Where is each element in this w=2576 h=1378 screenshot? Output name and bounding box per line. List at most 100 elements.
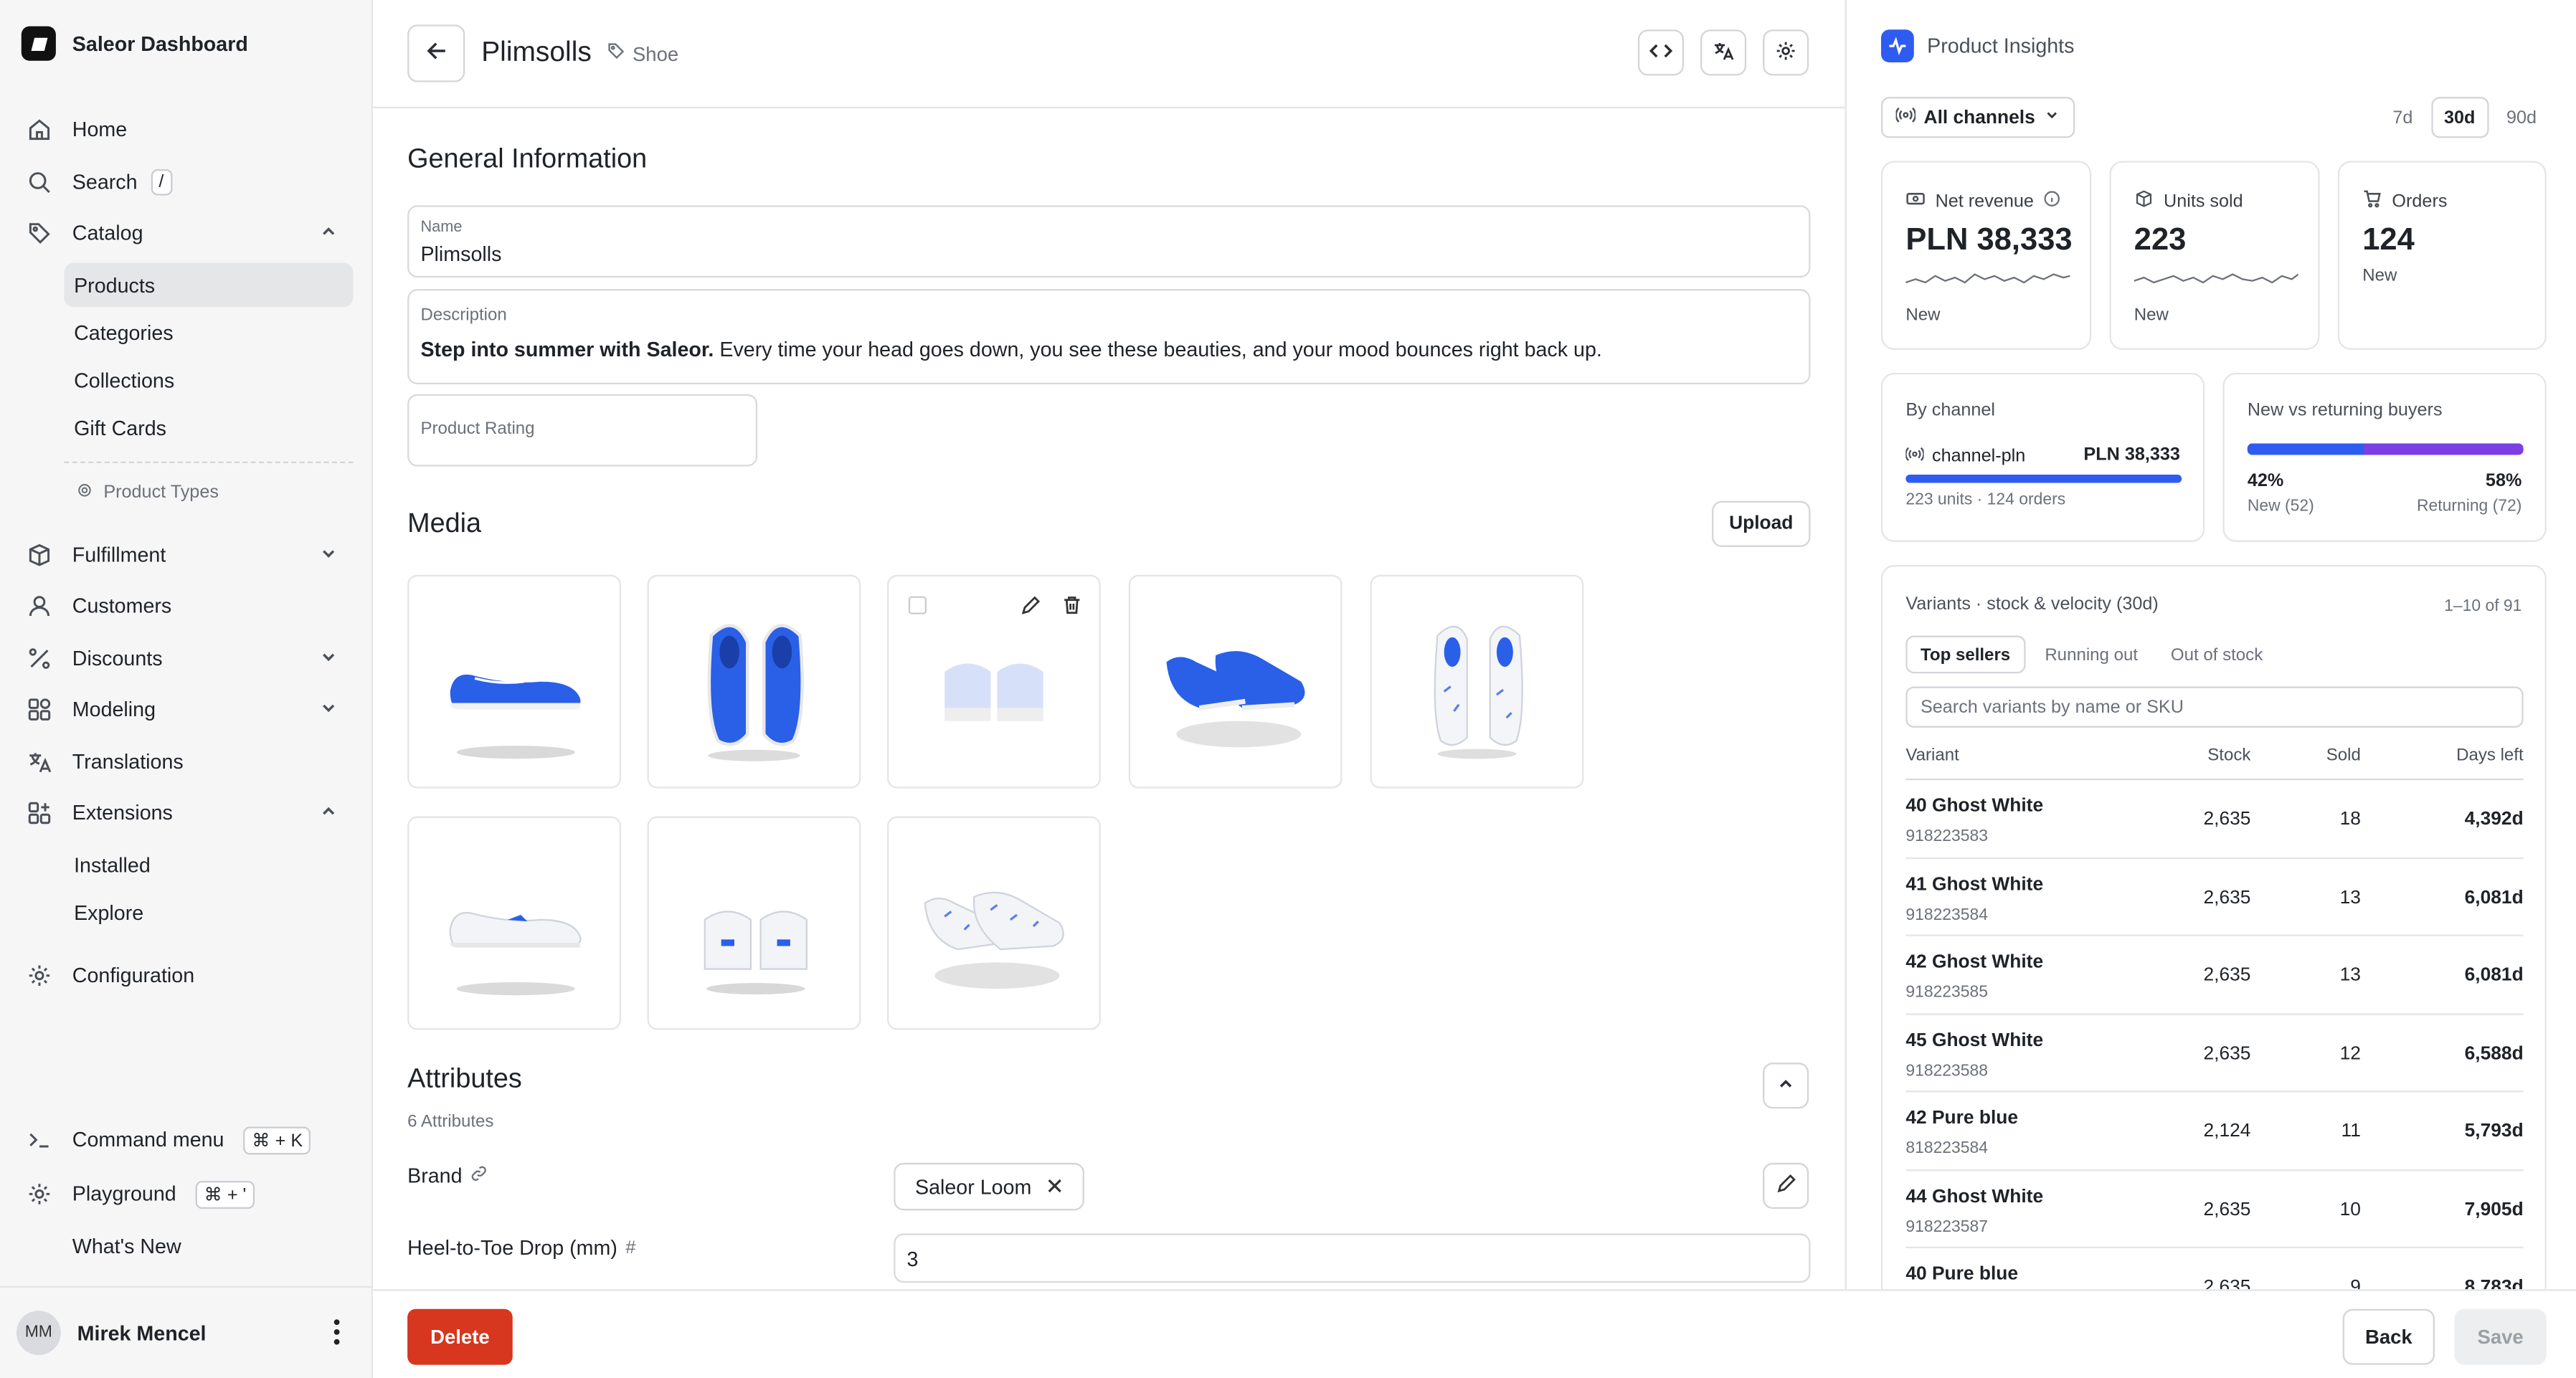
product-rating-field[interactable]: Product Rating xyxy=(407,394,758,467)
sidebar-sub-gift-cards[interactable]: Gift Cards xyxy=(64,406,353,450)
back-footer-button[interactable]: Back xyxy=(2342,1308,2435,1365)
settings-button[interactable] xyxy=(1763,29,1809,76)
media-image-shoe-angled[interactable] xyxy=(1128,574,1343,789)
variant-days-left: 6,081d xyxy=(2464,888,2524,908)
kpi-value: 124 xyxy=(2362,223,2415,258)
chevron-down-icon xyxy=(318,646,338,670)
more-vertical-icon[interactable] xyxy=(333,1319,340,1351)
units-sparkline xyxy=(2134,273,2298,284)
tab-out-of-stock[interactable]: Out of stock xyxy=(2158,636,2276,674)
sidebar-item-label: Discounts xyxy=(72,647,163,670)
user-menu[interactable]: MM Mirek Mencel xyxy=(0,1286,371,1378)
range-30d[interactable]: 30d xyxy=(2430,97,2489,138)
media-image-shoe-side[interactable] xyxy=(407,574,621,789)
media-image-shoe-white-back[interactable] xyxy=(647,816,861,1030)
variant-sold: 10 xyxy=(2339,1199,2361,1220)
sidebar-command-menu[interactable]: Command menu ⌘ + K xyxy=(27,1117,352,1163)
drop-input[interactable]: 3 xyxy=(894,1233,1811,1283)
edit-brand-button[interactable] xyxy=(1763,1162,1809,1210)
percent-icon xyxy=(27,645,53,672)
sidebar-item-label: Playground xyxy=(72,1182,176,1206)
sidebar-sub-explore[interactable]: Explore xyxy=(64,890,353,935)
sidebar-item-modeling[interactable]: Modeling xyxy=(27,687,352,733)
delete-button[interactable]: Delete xyxy=(407,1308,513,1365)
channel-bar-track xyxy=(1905,475,2182,483)
gear-icon xyxy=(77,483,93,502)
kpi-note: New xyxy=(2134,305,2169,326)
sidebar-item-search[interactable]: Search / xyxy=(27,159,352,205)
channel-detail: 223 units · 124 orders xyxy=(1905,490,2066,510)
sidebar-item-catalog[interactable]: Catalog xyxy=(27,210,352,256)
buyers-card: New vs returning buyers 42% 58% New (52)… xyxy=(2222,373,2547,542)
product-type-tag[interactable]: Shoe xyxy=(606,41,678,65)
media-image-shoe-white-top[interactable] xyxy=(1370,574,1584,789)
insights-title: Product Insights xyxy=(1927,34,2075,58)
channel-select[interactable]: All channels xyxy=(1880,97,2075,138)
media-image-shoe-white-angled[interactable] xyxy=(887,816,1101,1030)
saleor-logo-icon xyxy=(21,26,56,61)
table-row[interactable]: 42 Ghost White 918223585 2,635 13 6,081d xyxy=(1905,936,2524,1015)
range-90d[interactable]: 90d xyxy=(2495,97,2548,138)
sidebar-item-discounts[interactable]: Discounts xyxy=(27,636,352,682)
user-name: Mirek Mencel xyxy=(77,1321,207,1345)
drop-attribute-label: Heel-to-Toe Drop (mm) # xyxy=(407,1237,635,1260)
variant-stock: 2,635 xyxy=(2203,965,2251,986)
media-image-shoe-white-side[interactable] xyxy=(407,816,621,1030)
search-icon xyxy=(27,169,53,196)
variant-search-input[interactable]: Search variants by name or SKU xyxy=(1905,686,2524,728)
brand[interactable]: Saleor Dashboard xyxy=(21,26,248,61)
brand-value-chip[interactable]: Saleor Loom xyxy=(894,1162,1084,1211)
sidebar-item-translations[interactable]: Translations xyxy=(27,739,352,785)
media-image-shoe-top[interactable] xyxy=(647,574,861,789)
playground-shortcut: ⌘ + ' xyxy=(196,1179,255,1208)
chevron-up-icon xyxy=(1776,1073,1795,1098)
variant-days-left: 6,081d xyxy=(2464,965,2524,986)
variant-stock: 2,124 xyxy=(2203,1121,2251,1142)
sidebar-item-extensions[interactable]: Extensions xyxy=(27,790,352,836)
variant-stock: 2,635 xyxy=(2203,809,2251,830)
tab-top-sellers[interactable]: Top sellers xyxy=(1905,635,2025,674)
product-insights-panel: Product Insights All channels 7d 30d 90d… xyxy=(1845,0,2576,1290)
select-checkbox[interactable] xyxy=(908,596,927,614)
code-button[interactable] xyxy=(1637,29,1685,76)
brand-value: Saleor Loom xyxy=(914,1175,1032,1199)
save-button[interactable]: Save xyxy=(2454,1308,2547,1365)
table-row[interactable]: 44 Ghost White 918223587 2,635 10 7,905d xyxy=(1905,1170,2524,1249)
brand-label: Brand xyxy=(407,1164,463,1188)
sidebar-item-label: Catalog xyxy=(72,222,143,245)
translate-button[interactable] xyxy=(1700,29,1747,76)
sidebar-whats-new[interactable]: What's New xyxy=(27,1224,352,1270)
grid-plus-icon xyxy=(27,800,53,827)
sidebar-item-fulfillment[interactable]: Fulfillment xyxy=(27,532,352,578)
sidebar-playground[interactable]: Playground ⌘ + ' xyxy=(27,1171,352,1217)
sidebar-sub-categories[interactable]: Categories xyxy=(64,310,353,355)
back-button[interactable] xyxy=(407,24,465,82)
sidebar-sub-product-types[interactable]: Product Types xyxy=(77,483,219,503)
table-row[interactable]: 42 Pure blue 818223584 2,124 11 5,793d xyxy=(1905,1092,2524,1171)
sidebar-sub-installed[interactable]: Installed xyxy=(64,842,353,887)
description-field[interactable]: Description Step into summer with Saleor… xyxy=(407,289,1811,385)
table-row[interactable]: 41 Ghost White 918223584 2,635 13 6,081d xyxy=(1905,858,2524,936)
tag-icon xyxy=(27,220,53,247)
tab-running-out[interactable]: Running out xyxy=(2032,636,2151,674)
variant-name: 41 Ghost White xyxy=(1905,874,2044,895)
table-row[interactable]: 40 Pure blue 2,635 9 8,783d xyxy=(1905,1248,2523,1289)
table-row[interactable]: 40 Ghost White 918223583 2,635 18 4,392d xyxy=(1905,780,2524,858)
sidebar-sub-collections[interactable]: Collections xyxy=(64,358,353,402)
name-field[interactable]: Name Plimsolls xyxy=(407,205,1811,278)
info-icon[interactable] xyxy=(2044,191,2060,212)
pencil-icon xyxy=(1775,1173,1796,1199)
avatar: MM xyxy=(16,1311,61,1355)
general-info-title: General Information xyxy=(407,144,648,174)
table-row[interactable]: 45 Ghost White 918223588 2,635 12 6,588d xyxy=(1905,1015,2524,1093)
sidebar-item-customers[interactable]: Customers xyxy=(27,583,352,629)
range-7d[interactable]: 7d xyxy=(2381,97,2424,138)
upload-button[interactable]: Upload xyxy=(1712,500,1811,547)
sidebar-item-configuration[interactable]: Configuration xyxy=(27,953,352,999)
sidebar-sub-products[interactable]: Products xyxy=(64,262,354,308)
variant-days-left: 7,905d xyxy=(2464,1199,2524,1220)
sidebar-item-home[interactable]: Home xyxy=(27,107,352,153)
close-icon[interactable] xyxy=(1046,1175,1063,1198)
media-image-shoe-back-selected[interactable] xyxy=(887,574,1101,789)
collapse-attributes-button[interactable] xyxy=(1763,1063,1809,1109)
